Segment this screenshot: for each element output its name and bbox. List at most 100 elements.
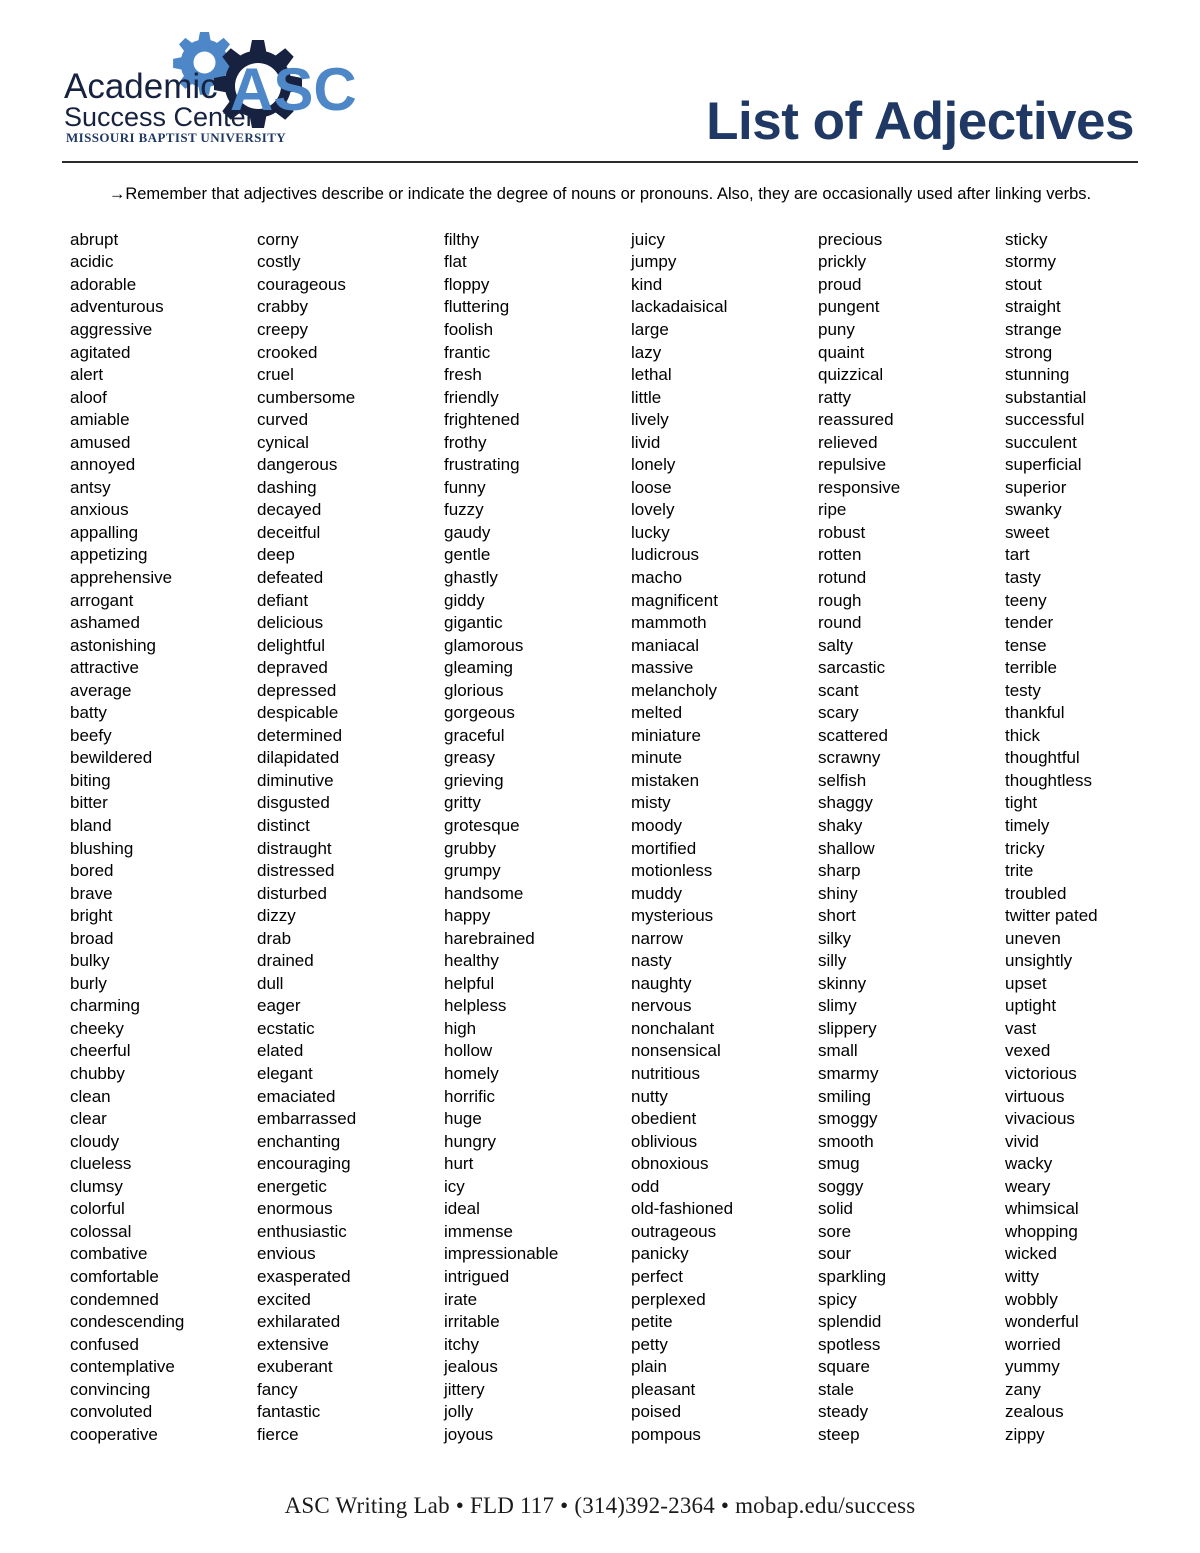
adjective-word: dangerous [257, 455, 338, 475]
adjective-word: healthy [444, 951, 499, 971]
adjective-word: fancy [257, 1379, 298, 1399]
adjective-word: tart [1005, 545, 1030, 565]
adjective-word: sore [818, 1221, 852, 1241]
adjective-word: responsive [818, 477, 901, 497]
adjective-word: shaky [818, 816, 863, 836]
adjective-word: yummy [1005, 1357, 1060, 1377]
adjective-word: ecstatic [257, 1018, 315, 1038]
adjective-word: thick [1005, 725, 1040, 745]
adjective-word: ghastly [444, 568, 498, 587]
adjective-word: salty [818, 635, 853, 655]
adjective-word: teeny [1005, 590, 1047, 610]
adjective-word: stale [818, 1379, 854, 1399]
adjective-word: cheeky [70, 1018, 124, 1038]
adjective-word: swanky [1005, 500, 1062, 520]
adjective-word: lucky [631, 522, 670, 542]
adjective-word: reassured [818, 410, 894, 430]
adjective-word: prickly [818, 252, 867, 272]
adjective-word: scrawny [818, 748, 881, 768]
adjective-word: jolly [444, 1402, 474, 1422]
adjective-word: spotless [818, 1334, 881, 1354]
adjective-word: obnoxious [631, 1154, 709, 1174]
adjective-word: astonishing [70, 635, 157, 655]
adjective-word: gigantic [444, 613, 503, 633]
adjective-word: nutritious [631, 1064, 700, 1084]
adjective-word: grieving [444, 770, 504, 790]
adjective-word: bland [70, 816, 112, 836]
adjective-word: happy [444, 906, 491, 926]
adjective-word: shiny [818, 883, 858, 903]
adjective-word: kind [631, 274, 663, 294]
adjective-word: funny [444, 477, 486, 497]
adjective-word: wonderful [1005, 1312, 1079, 1332]
adjective-columns: abrupt acidic adorable adventurous aggressiv… [62, 229, 1138, 1447]
adjective-word: helpless [444, 996, 507, 1016]
adjective-word: extensive [257, 1334, 329, 1354]
adjective-word: aloof [70, 387, 107, 407]
adjective-word: enthusiastic [257, 1221, 347, 1241]
adjective-word: short [818, 906, 856, 926]
adjective-word: muddy [631, 883, 683, 903]
adjective-word: amiable [70, 410, 130, 430]
document-page: ASC Academic Success Center MISSOURI BAP… [0, 0, 1200, 1553]
adjective-word: charming [70, 996, 140, 1016]
adjective-word: massive [631, 658, 694, 678]
adjective-word: cumbersome [257, 387, 356, 407]
adjective-word: stout [1005, 274, 1042, 294]
adjective-word: nasty [631, 951, 672, 971]
adjective-word: sarcastic [818, 658, 886, 678]
page-title: List of Adjectives [706, 92, 1134, 151]
adjective-word: plain [631, 1357, 667, 1377]
adjective-word: smiling [818, 1086, 871, 1106]
adjective-word: scary [818, 703, 859, 723]
adjective-word: perfect [631, 1266, 683, 1286]
adjective-word: skinny [818, 973, 867, 993]
adjective-word: steep [818, 1424, 860, 1444]
adjective-word: sharp [818, 861, 861, 881]
adjective-word: rough [818, 590, 862, 610]
adjective-word: irritable [444, 1312, 500, 1332]
adjective-word: gleaming [444, 658, 513, 678]
adjective-word: hollow [444, 1041, 493, 1061]
adjective-word: clumsy [70, 1176, 123, 1196]
adjective-word: steady [818, 1402, 869, 1422]
adjective-word: contemplative [70, 1357, 175, 1377]
adjective-word: crabby [257, 297, 309, 317]
adjective-word: lazy [631, 342, 662, 362]
adjective-word: upset [1005, 973, 1047, 993]
adjective-word: whimsical [1005, 1199, 1079, 1219]
adjective-word: thoughtless [1005, 770, 1092, 790]
adjective-word: mysterious [631, 906, 714, 926]
adjective-word: ludicrous [631, 545, 700, 565]
adjective-word: successful [1005, 410, 1085, 430]
adjective-word: jumpy [631, 252, 677, 272]
adjective-word: frustrating [444, 455, 520, 475]
adjective-word: tense [1005, 635, 1047, 655]
adjective-word: straight [1005, 297, 1061, 317]
adjective-word: tight [1005, 793, 1038, 813]
adjective-word: petty [631, 1334, 668, 1354]
adjective-word: silky [818, 928, 852, 948]
adjective-word: panicky [631, 1244, 689, 1264]
adjective-word: misty [631, 793, 671, 813]
adjective-word: determined [257, 725, 343, 745]
adjective-word: quizzical [818, 365, 884, 385]
adjective-word: outrageous [631, 1221, 717, 1241]
adjective-word: repulsive [818, 455, 887, 475]
adjective-word: energetic [257, 1176, 327, 1196]
adjective-word: corny [257, 229, 299, 249]
adjective-word: poised [631, 1402, 682, 1422]
adjective-word: emaciated [257, 1086, 336, 1106]
adjective-word: colossal [70, 1221, 132, 1241]
adjective-word: curved [257, 410, 309, 430]
adjective-word: costly [257, 252, 301, 272]
adjective-word: motionless [631, 861, 713, 881]
adjective-word: solid [818, 1199, 853, 1219]
adjective-word: miniature [631, 725, 701, 745]
adjective-word: macho [631, 568, 683, 587]
adjective-word: ratty [818, 387, 852, 407]
adjective-word: pompous [631, 1424, 701, 1444]
adjective-word: vast [1005, 1018, 1037, 1038]
column-3: filthy flat floppy fluttering foolish frantic… [444, 229, 631, 1447]
adjective-word: nervous [631, 996, 692, 1016]
